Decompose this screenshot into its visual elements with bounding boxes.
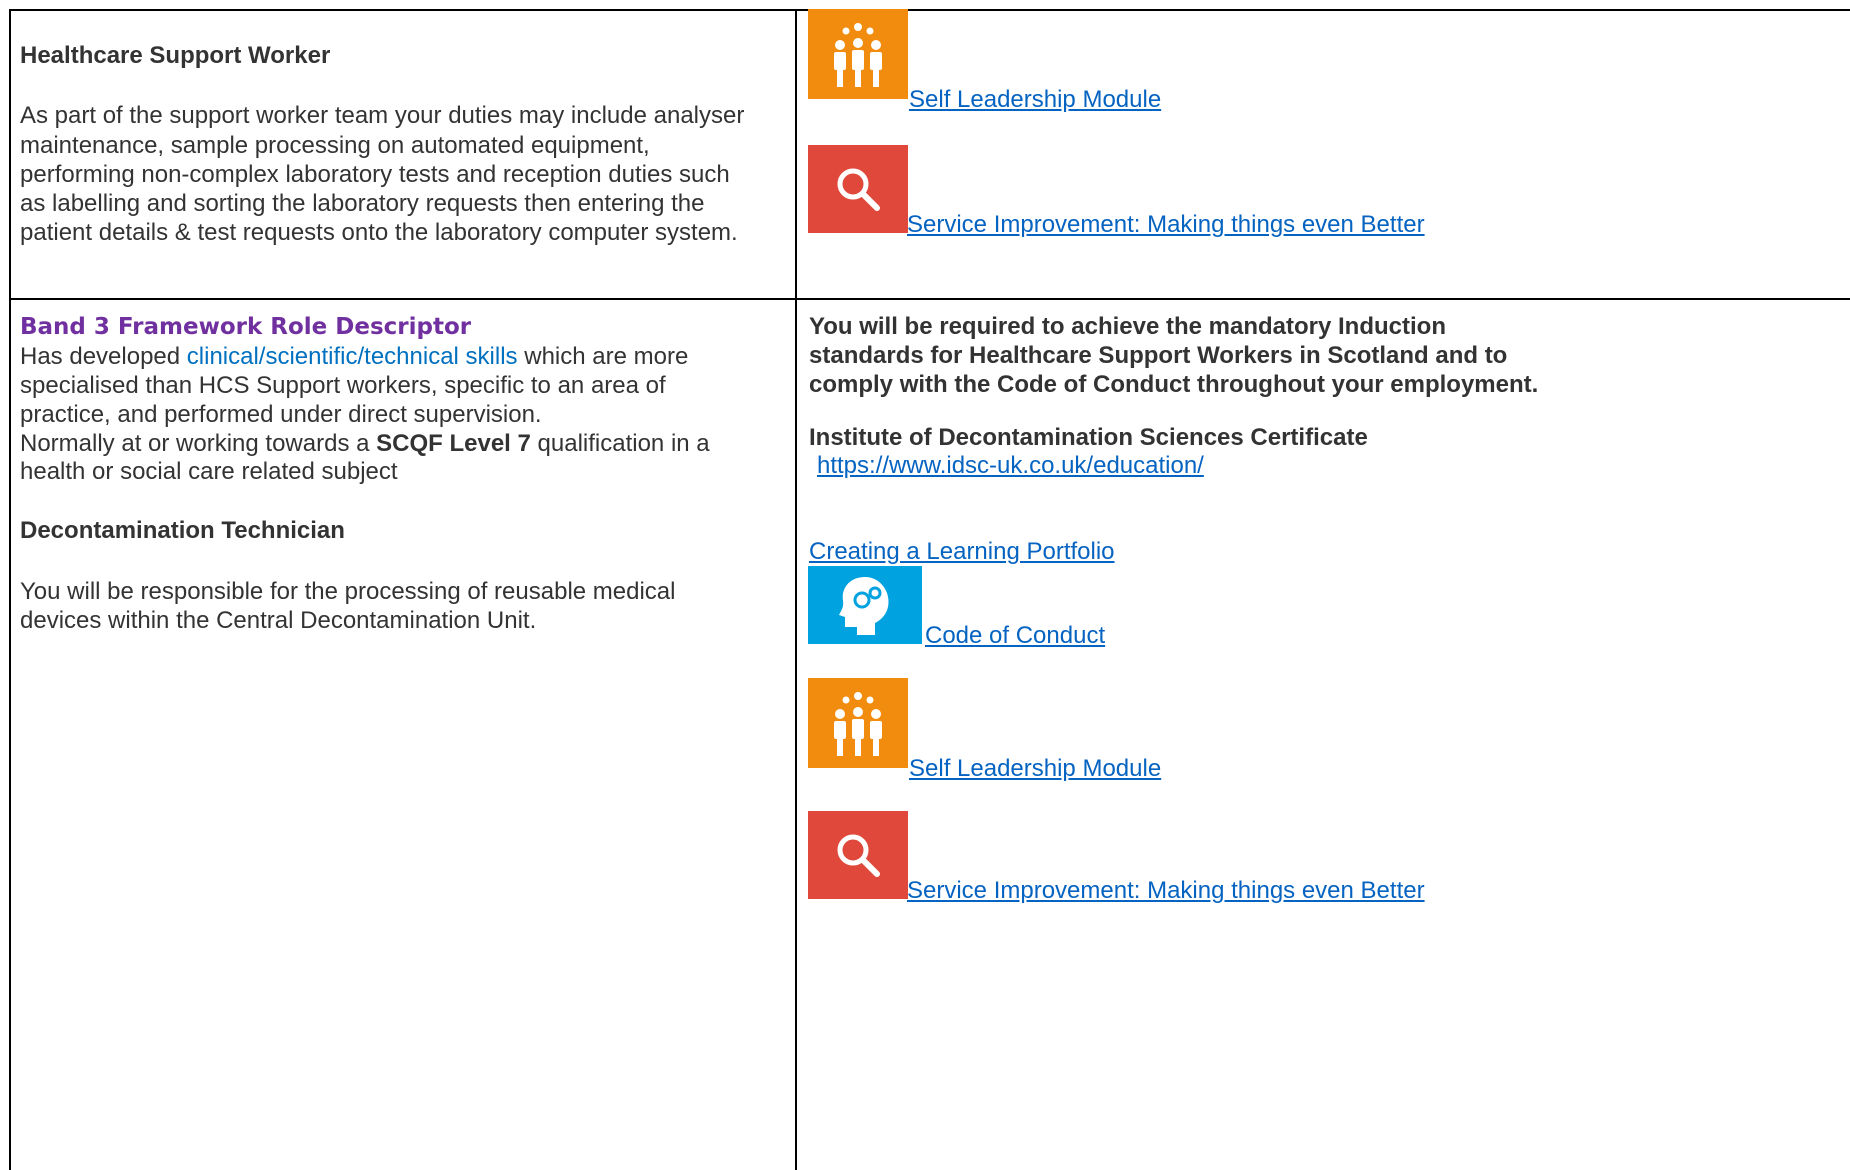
learning-portfolio-link[interactable]: Creating a Learning Portfolio bbox=[809, 538, 1115, 566]
role-title-hcsw: Healthcare Support Worker bbox=[20, 42, 331, 69]
requirement-line: standards for Healthcare Support Workers… bbox=[809, 342, 1508, 369]
self-leadership-link-top[interactable]: Self Leadership Module bbox=[909, 86, 1161, 114]
search-icon bbox=[808, 145, 908, 233]
self-leadership-link-bottom[interactable]: Self Leadership Module bbox=[909, 755, 1161, 783]
search-icon bbox=[808, 811, 908, 899]
people-icon bbox=[808, 9, 908, 99]
role-description-line: patient details & test requests onto the… bbox=[20, 219, 738, 246]
skills-link[interactable]: clinical/scientific/technical skills bbox=[187, 343, 518, 370]
decon-description-line: devices within the Central Decontaminati… bbox=[20, 607, 537, 634]
role-description-line: as labelling and sorting the laboratory … bbox=[20, 190, 705, 217]
decon-description-line: You will be responsible for the processi… bbox=[20, 578, 676, 605]
table-border-top bbox=[9, 9, 1850, 11]
band-heading: Band 3 Framework Role Descriptor bbox=[20, 314, 472, 340]
band-descriptor-line: specialised than HCS Support workers, sp… bbox=[20, 372, 666, 399]
band-descriptor-line: health or social care related subject bbox=[20, 458, 398, 485]
band-descriptor-text: qualification in a bbox=[530, 430, 710, 457]
people-icon bbox=[808, 678, 908, 768]
band-descriptor-text: Normally at or working towards a bbox=[20, 430, 377, 457]
band-descriptor-line: Has developed clinical/scientific/techni… bbox=[20, 342, 688, 372]
code-of-conduct-link[interactable]: Code of Conduct bbox=[925, 622, 1105, 650]
band-descriptor-line: practice, and performed under direct sup… bbox=[20, 401, 542, 428]
service-improvement-link-bottom[interactable]: Service Improvement: Making things even … bbox=[907, 877, 1425, 905]
role-description-line: As part of the support worker team your … bbox=[20, 102, 745, 129]
band-descriptor-text: Has developed bbox=[20, 343, 187, 370]
role-title-decon: Decontamination Technician bbox=[20, 517, 345, 544]
requirement-line: You will be required to achieve the mand… bbox=[809, 313, 1446, 340]
role-description-line: performing non-complex laboratory tests … bbox=[20, 161, 730, 188]
requirement-line: comply with the Code of Conduct througho… bbox=[809, 371, 1539, 398]
scqf-level: SCQF Level 7 bbox=[376, 430, 531, 457]
table-border-left bbox=[9, 9, 11, 1170]
role-description-line: maintenance, sample processing on automa… bbox=[20, 132, 650, 159]
band-descriptor-line: Normally at or working towards a SCQF Le… bbox=[20, 429, 710, 459]
certificate-title: Institute of Decontamination Sciences Ce… bbox=[809, 424, 1368, 451]
table-column-divider bbox=[795, 9, 797, 1170]
certificate-url-link[interactable]: https://www.idsc-uk.co.uk/education/ bbox=[817, 452, 1204, 480]
service-improvement-link-top[interactable]: Service Improvement: Making things even … bbox=[907, 211, 1425, 239]
brain-gears-icon bbox=[808, 566, 922, 644]
band-descriptor-text: which are more bbox=[517, 343, 689, 370]
table-row-divider bbox=[9, 298, 1850, 300]
